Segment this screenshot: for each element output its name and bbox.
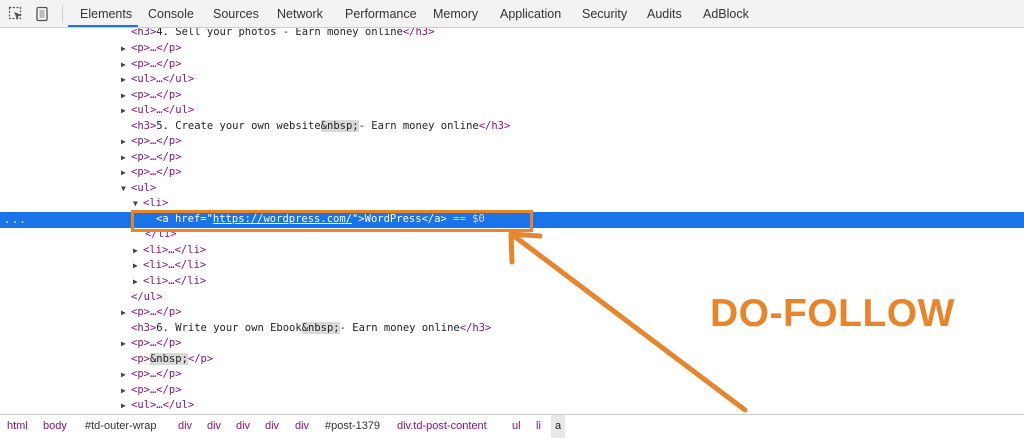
breadcrumb-item[interactable]: div <box>236 415 250 438</box>
breadcrumb-item[interactable]: div.td-post-content <box>397 415 487 438</box>
breadcrumb-item[interactable]: #td-outer-wrap <box>85 415 157 438</box>
breadcrumb-item[interactable]: body <box>43 415 67 438</box>
breadcrumb-item[interactable]: html <box>7 415 28 438</box>
breadcrumb-item[interactable]: div <box>295 415 309 438</box>
breadcrumb-item[interactable]: div <box>178 415 192 438</box>
breadcrumb-item[interactable]: div <box>207 415 221 438</box>
breadcrumb-item[interactable]: div <box>265 415 279 438</box>
breadcrumb-item[interactable]: #post-1379 <box>325 415 380 438</box>
breadcrumb: html body #td-outer-wrap div div div div… <box>0 414 1024 438</box>
breadcrumb-item[interactable]: li <box>536 415 541 438</box>
annotation-label: DO-FOLLOW <box>710 292 955 335</box>
annotation-arrow-icon <box>508 231 748 413</box>
breadcrumb-item[interactable]: ul <box>512 415 521 438</box>
breadcrumb-item-active[interactable]: a <box>551 415 566 438</box>
